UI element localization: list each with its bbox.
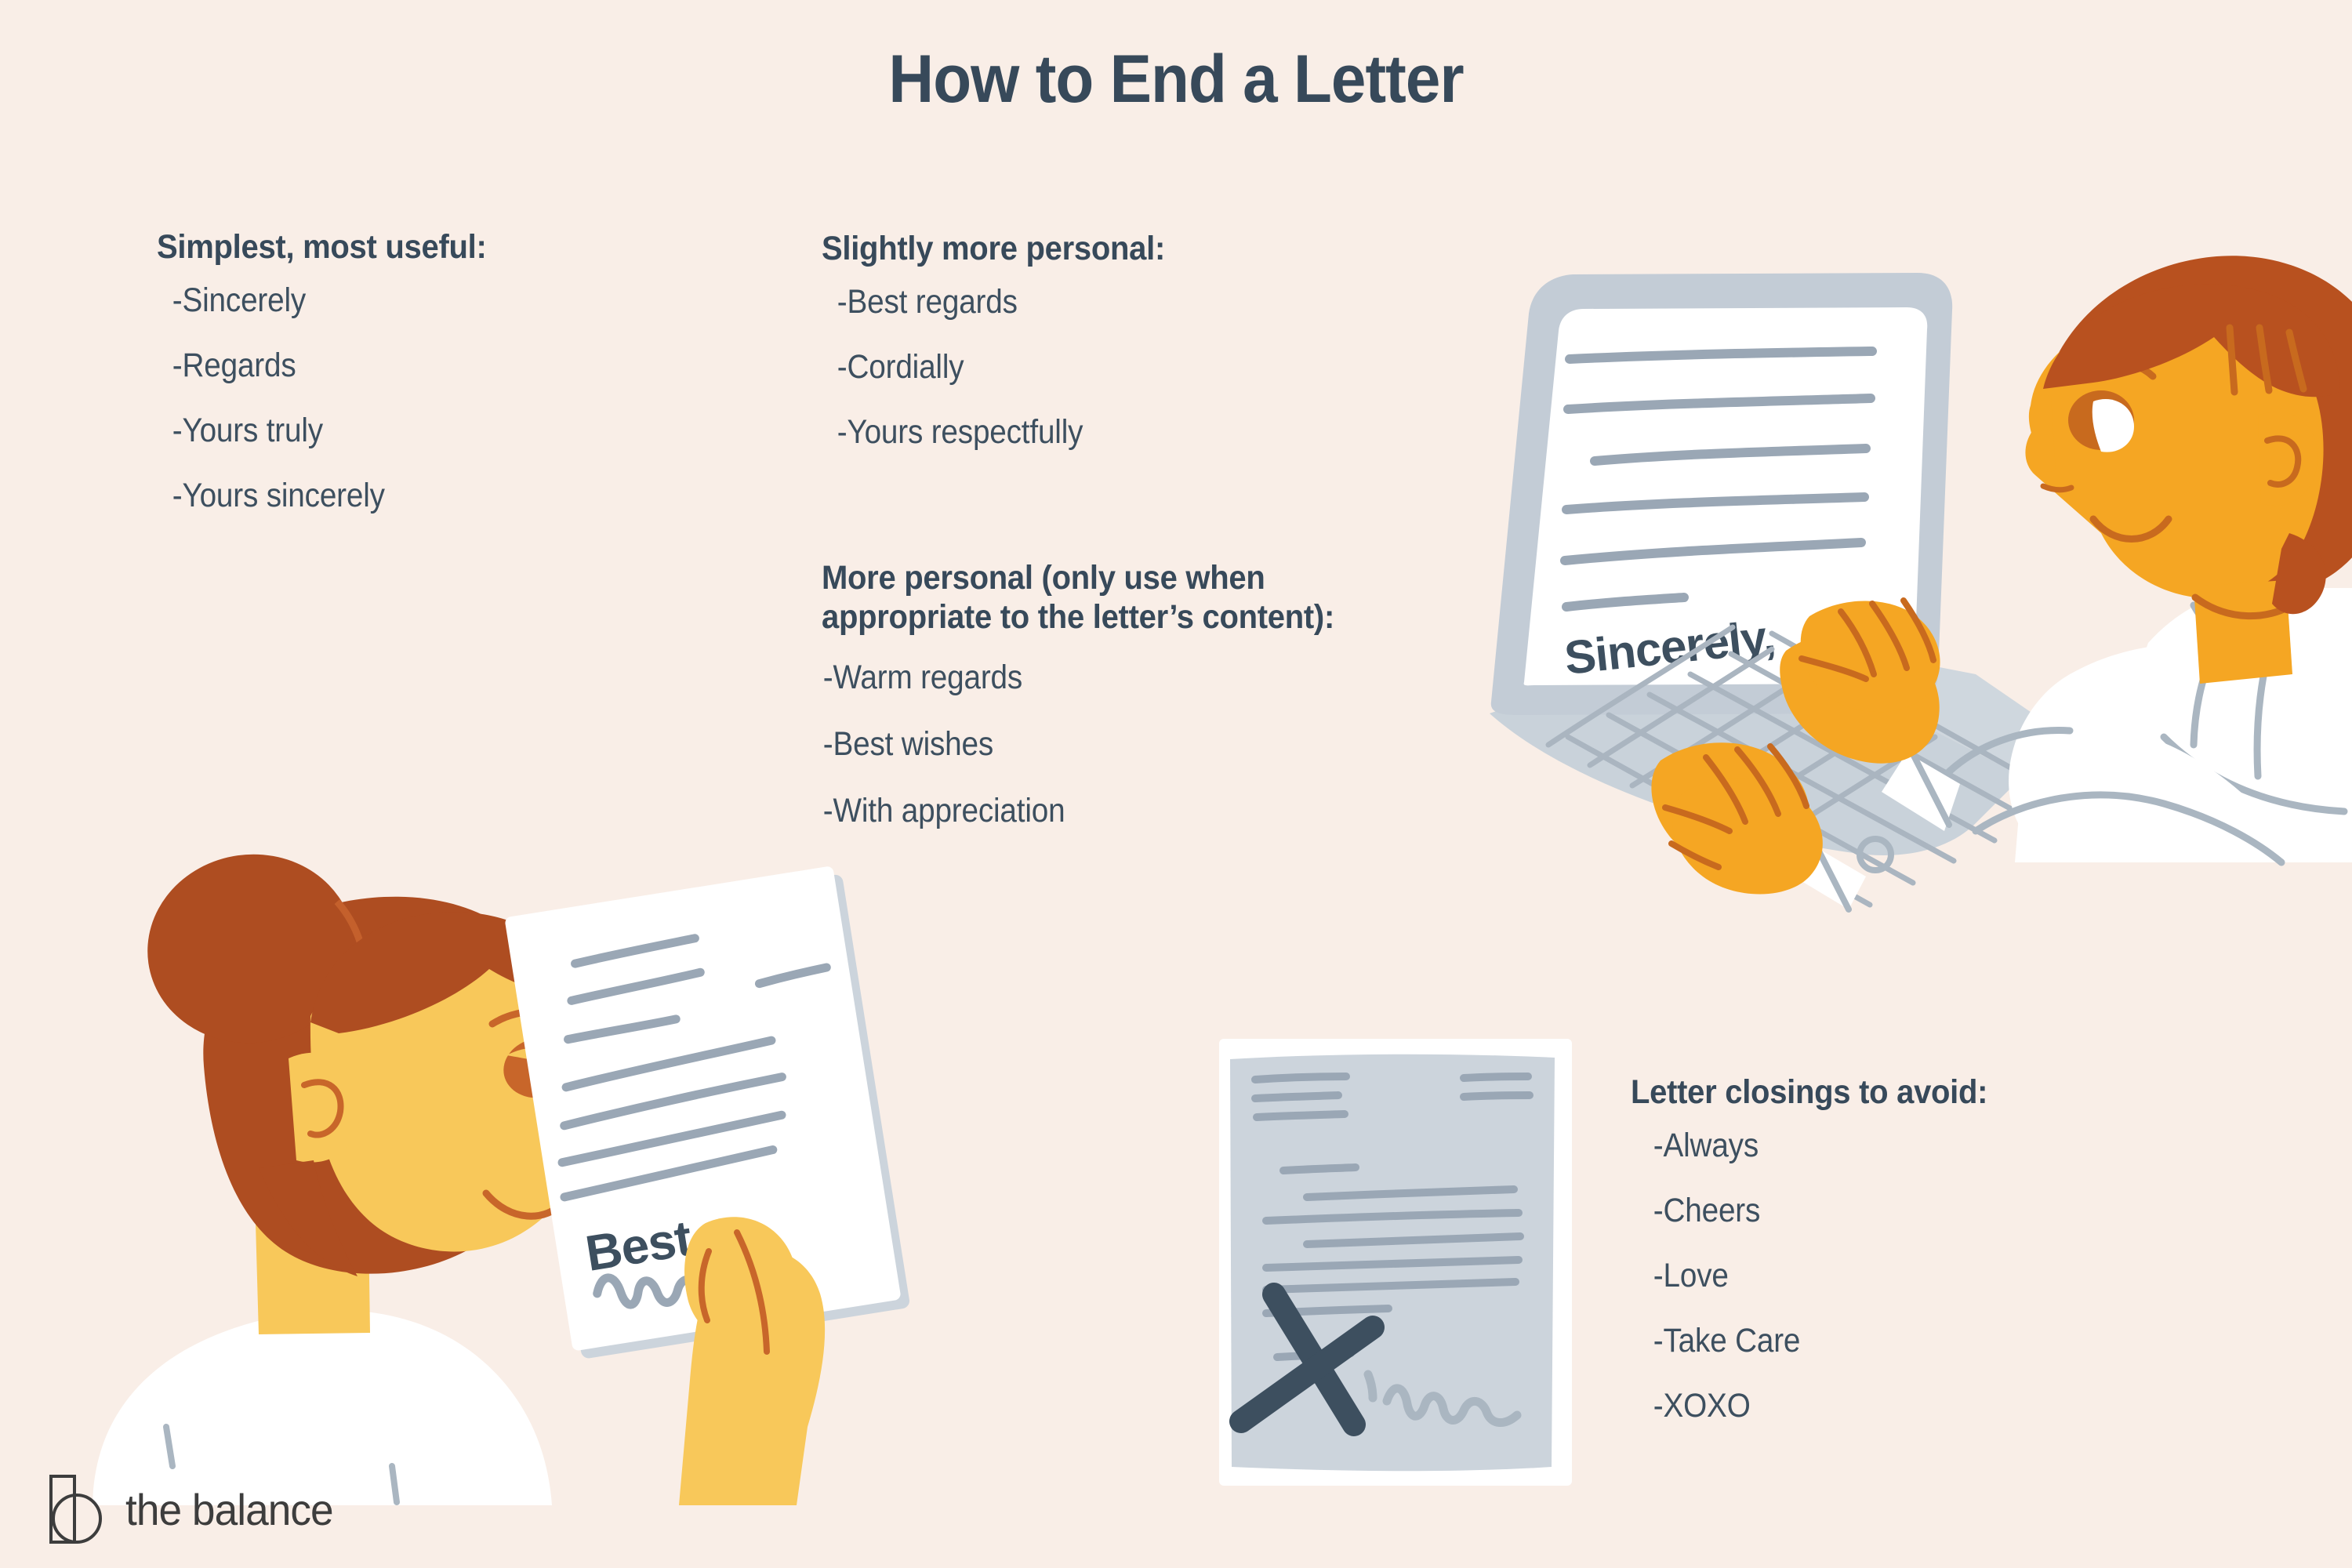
section-more-personal: More personal (only use when appropriate… bbox=[822, 558, 1441, 861]
section-more-personal-heading: More personal (only use when appropriate… bbox=[822, 559, 1335, 637]
list-item: -Cheers bbox=[1653, 1192, 1761, 1230]
list-item: -Cordially bbox=[837, 348, 964, 387]
list-item: -Warm regards bbox=[822, 658, 1023, 696]
list-item: -Yours sincerely bbox=[172, 477, 385, 515]
list-item: -XOXO bbox=[1653, 1387, 1751, 1425]
section-avoid: Letter closings to avoid: -Always -Cheer… bbox=[1631, 1073, 2258, 1454]
list-item: -Take Care bbox=[1653, 1322, 1801, 1360]
list-item: -With appreciation bbox=[822, 791, 1065, 829]
illustration-man-typing-on-laptop: Sincerely, bbox=[1474, 235, 2352, 913]
list-item: -Best wishes bbox=[822, 724, 994, 763]
list-item: -Regards bbox=[172, 347, 296, 385]
infographic-canvas: How to End a Letter Simplest, most usefu… bbox=[0, 0, 2352, 1568]
section-simplest-list: -Sincerely -Regards -Yours truly -Yours … bbox=[157, 284, 753, 513]
list-item: -Always bbox=[1653, 1127, 1759, 1165]
list-item: -Love bbox=[1653, 1257, 1729, 1295]
list-item: -Best regards bbox=[837, 283, 1018, 321]
brand-logo-text: the balance bbox=[125, 1484, 334, 1534]
list-item: -Sincerely bbox=[172, 281, 307, 320]
illustration-rejected-letter bbox=[1219, 1039, 1572, 1486]
brand-logo[interactable]: the balance bbox=[49, 1474, 344, 1544]
list-item: -Yours truly bbox=[172, 412, 323, 450]
list-item: -Yours respectfully bbox=[837, 413, 1083, 452]
section-simplest-heading: Simplest, most useful: bbox=[157, 228, 487, 266]
section-simplest: Simplest, most useful: -Sincerely -Regar… bbox=[157, 227, 753, 544]
balance-logo-mark-icon bbox=[49, 1475, 102, 1544]
section-slightly-personal-heading: Slightly more personal: bbox=[822, 230, 1166, 267]
page-title: How to End a Letter bbox=[888, 42, 1464, 117]
section-more-personal-list: -Warm regards -Best wishes -With appreci… bbox=[822, 658, 1441, 829]
section-avoid-heading: Letter closings to avoid: bbox=[1631, 1073, 1988, 1111]
illustration-woman-holding-letter: Best, bbox=[78, 831, 909, 1505]
section-slightly-personal: Slightly more personal: -Best regards -C… bbox=[822, 229, 1465, 481]
section-slightly-personal-list: -Best regards -Cordially -Yours respectf… bbox=[822, 285, 1465, 449]
section-avoid-list: -Always -Cheers -Love -Take Care -XOXO bbox=[1631, 1129, 2258, 1423]
